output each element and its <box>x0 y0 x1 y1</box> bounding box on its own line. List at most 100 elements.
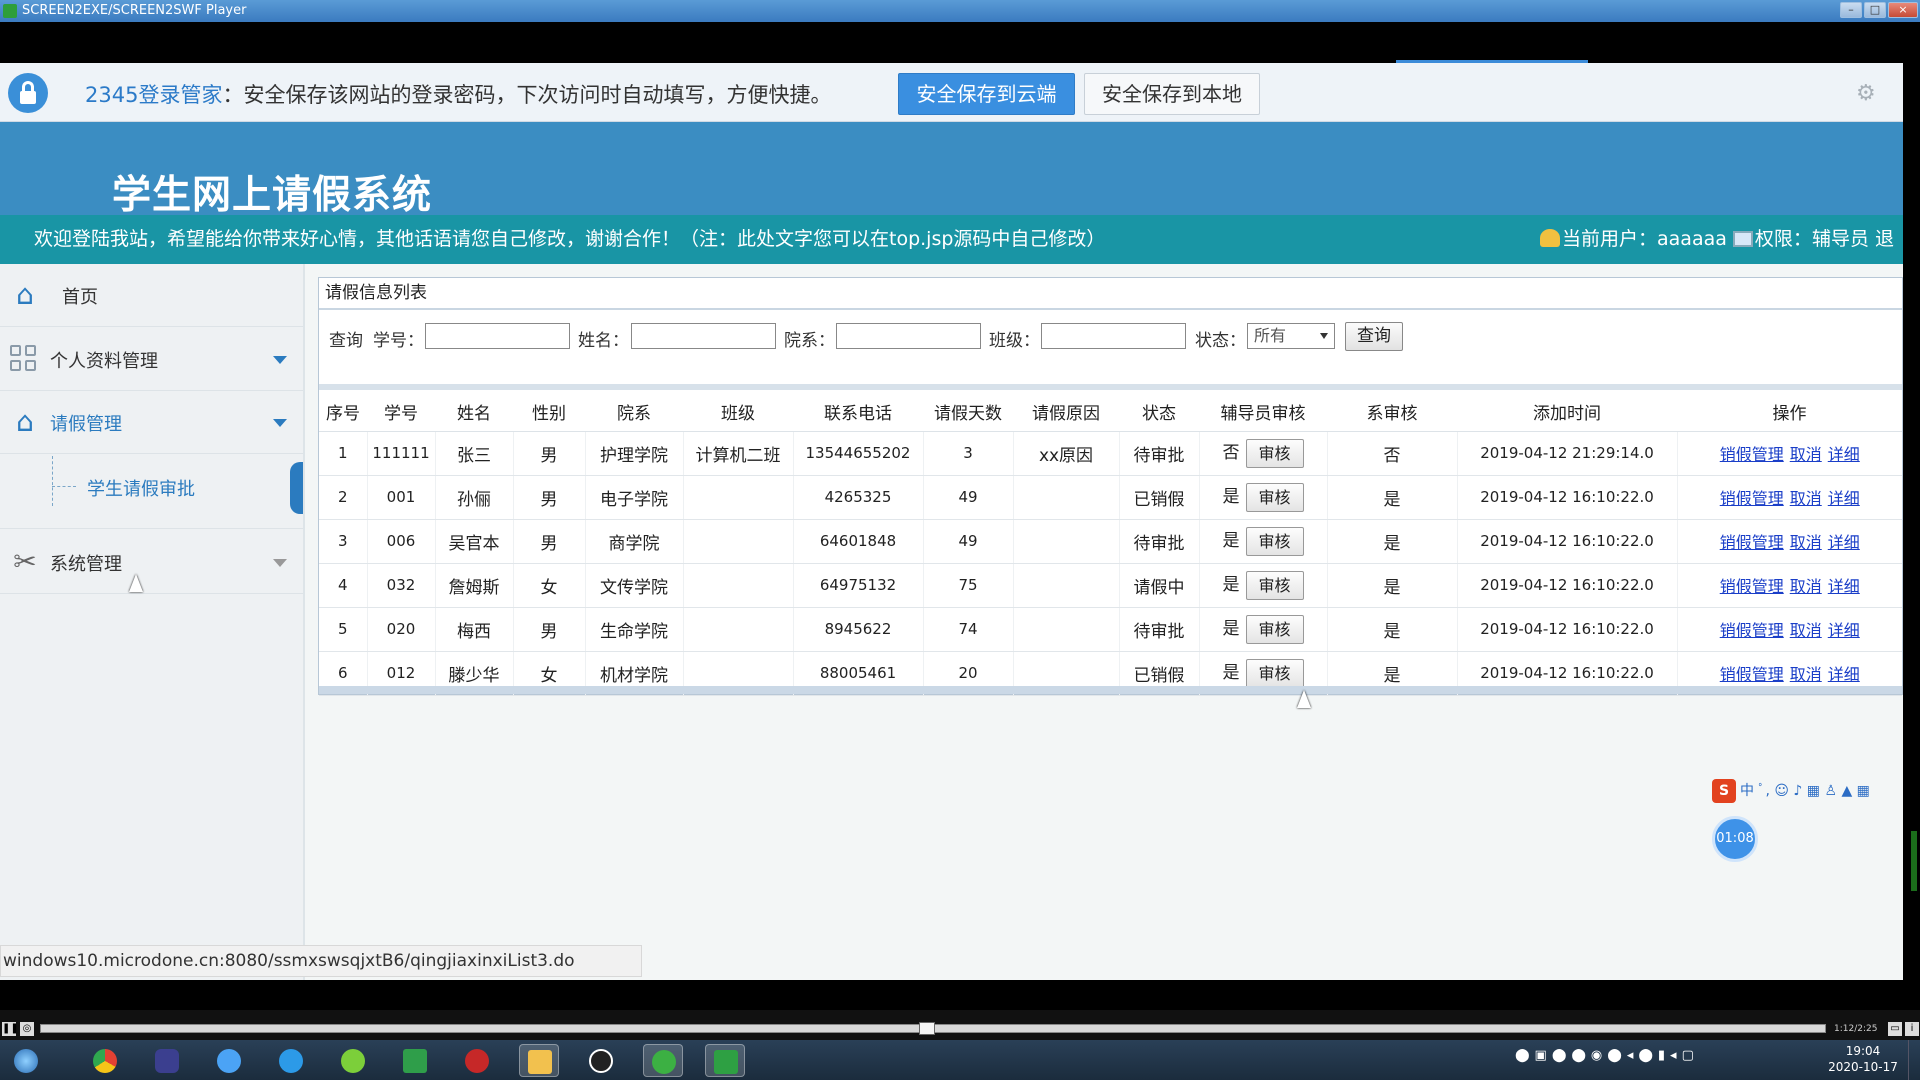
gear-icon[interactable]: ⚙ <box>1856 81 1876 106</box>
cell-gender: 男 <box>513 519 586 564</box>
cell-gender: 男 <box>513 431 586 476</box>
wechat-icon[interactable] <box>643 1044 683 1077</box>
home-icon: ⌂ <box>16 278 34 311</box>
table-row: 1 111111 张三男护理学院 计算机二班 13544655202 3 xx原因 待审批否审… <box>319 431 1902 476</box>
cell-cls <box>683 563 794 608</box>
cell-counselor-audit: 否审核 <box>1199 431 1328 476</box>
detail-link[interactable]: 详细 <box>1828 665 1860 684</box>
sidebar-item-leave-approval[interactable]: 学生请假审批 <box>0 454 303 529</box>
cancel-link[interactable]: 取消 <box>1790 577 1822 596</box>
cancel-leave-link[interactable]: 销假管理 <box>1720 445 1784 464</box>
cell-actions: 销假管理 取消 详细 <box>1677 519 1902 564</box>
save-to-cloud-button[interactable]: 安全保存到云端 <box>898 73 1075 115</box>
baidu-netdisk-icon[interactable] <box>209 1044 249 1077</box>
detail-link[interactable]: 详细 <box>1828 533 1860 552</box>
class-input[interactable] <box>1041 323 1186 349</box>
qq-icon[interactable] <box>581 1044 621 1077</box>
cell-no: 3 <box>319 519 368 564</box>
seek-thumb[interactable] <box>919 1022 935 1035</box>
cell-counselor-audit: 是审核 <box>1199 607 1328 652</box>
app-green-icon[interactable] <box>333 1044 373 1077</box>
sidebar-item-system[interactable]: ✂ 系统管理 <box>0 531 303 594</box>
audit-button[interactable]: 审核 <box>1245 526 1304 556</box>
seek-bar[interactable] <box>40 1022 1826 1035</box>
cell-gender: 男 <box>513 475 586 520</box>
sogou-icon: S <box>1712 779 1736 803</box>
sidebar-item-leave[interactable]: ⌂ 请假管理 <box>0 391 303 454</box>
audit-button[interactable]: 审核 <box>1245 570 1304 600</box>
welcome-bar: 欢迎登陆我站，希望能给你带来好心情，其他话语请您自己修改，谢谢合作！（注：此处文… <box>0 215 1903 264</box>
name-input[interactable] <box>631 323 776 349</box>
cancel-leave-link[interactable]: 销假管理 <box>1720 665 1784 684</box>
cancel-link[interactable]: 取消 <box>1790 489 1822 508</box>
cell-name: 张三 <box>435 431 514 476</box>
ime-toolbar[interactable]: S中 ﾟ, ☺ ♪ ▦ ♙ ▲ ▦ <box>1712 779 1903 805</box>
leave-table: 序号 学号 姓名 性别 院系 班级 联系电话 请假天数 请假原因 状态 辅导员审核 系审核 添加时间 操作… <box>319 393 1902 696</box>
student-id-input[interactable] <box>425 323 570 349</box>
detail-link[interactable]: 详细 <box>1828 445 1860 464</box>
cell-phone: 64601848 <box>793 519 924 564</box>
site-title: 学生网上请假系统 <box>112 173 433 218</box>
flash-icon[interactable] <box>457 1044 497 1077</box>
info-icon[interactable]: i <box>1905 1022 1919 1036</box>
detail-link[interactable]: 详细 <box>1828 577 1860 596</box>
counselor-audit-value: 是 <box>1222 487 1240 508</box>
cell-counselor-audit: 是审核 <box>1199 519 1328 564</box>
cell-phone: 4265325 <box>793 475 924 520</box>
sidebar-item-home[interactable]: ⌂ 首页 <box>0 264 303 327</box>
maximize-button[interactable]: □ <box>1864 2 1886 18</box>
cell-actions: 销假管理 取消 详细 <box>1677 431 1902 476</box>
browser-icon[interactable] <box>271 1044 311 1077</box>
system-tray[interactable]: ⬤▣⬤⬤◉⬤◂⬤▮◂▢ <box>1515 1048 1805 1074</box>
counselor-audit-value: 否 <box>1222 443 1240 464</box>
query-button[interactable]: 查询 <box>1345 322 1403 351</box>
cell-days: 3 <box>923 431 1014 476</box>
cell-dept-audit: 是 <box>1327 607 1458 652</box>
cell-no: 5 <box>319 607 368 652</box>
cell-days: 74 <box>923 607 1014 652</box>
audit-button[interactable]: 审核 <box>1245 614 1304 644</box>
cancel-leave-link[interactable]: 销假管理 <box>1720 577 1784 596</box>
player-app-icon[interactable] <box>705 1044 745 1077</box>
cancel-link[interactable]: 取消 <box>1790 621 1822 640</box>
cell-sid: 111111 <box>367 431 436 476</box>
audit-button[interactable]: 审核 <box>1245 482 1304 512</box>
show-desktop-button[interactable] <box>1908 1040 1920 1080</box>
sidebar-item-profile[interactable]: 个人资料管理 <box>0 328 303 391</box>
start-button[interactable] <box>6 1044 46 1077</box>
editor-icon[interactable] <box>147 1044 187 1077</box>
table-row: 3 006 吴官本男商学院 64601848 49 待审批是审核是 2019-04-12 1… <box>319 519 1902 564</box>
chevron-down-icon <box>273 419 287 427</box>
clock[interactable]: 19:04 2020-10-17 <box>1818 1043 1908 1075</box>
cancel-link[interactable]: 取消 <box>1790 533 1822 552</box>
status-select[interactable]: 所有 <box>1247 323 1335 349</box>
cancel-leave-link[interactable]: 销假管理 <box>1720 621 1784 640</box>
file-explorer-icon[interactable] <box>519 1044 559 1077</box>
fullscreen-icon[interactable]: ▭ <box>1888 1022 1902 1036</box>
cell-sid: 020 <box>367 607 436 652</box>
counselor-audit-value: 是 <box>1222 575 1240 596</box>
detail-link[interactable]: 详细 <box>1828 489 1860 508</box>
chevron-down-icon <box>273 559 287 567</box>
cancel-link[interactable]: 取消 <box>1790 665 1822 684</box>
department-input[interactable] <box>836 323 981 349</box>
cell-dept-audit: 否 <box>1327 431 1458 476</box>
cancel-leave-link[interactable]: 销假管理 <box>1720 533 1784 552</box>
minimize-button[interactable]: – <box>1840 2 1862 18</box>
window-title: SCREEN2EXE/SCREEN2SWF Player <box>22 3 247 18</box>
cell-gender: 女 <box>513 563 586 608</box>
detail-link[interactable]: 详细 <box>1828 621 1860 640</box>
stop-icon[interactable]: ◎ <box>20 1022 34 1036</box>
chrome-icon[interactable] <box>85 1044 125 1077</box>
audit-button[interactable]: 审核 <box>1245 438 1304 468</box>
audit-button[interactable]: 审核 <box>1245 658 1304 688</box>
close-button[interactable]: × <box>1888 2 1918 18</box>
chevron-down-icon <box>273 356 287 364</box>
logout-link[interactable]: 退 <box>1875 228 1894 250</box>
cancel-link[interactable]: 取消 <box>1790 445 1822 464</box>
pause-icon[interactable]: ❚❚ <box>2 1022 19 1036</box>
spreadsheet-icon[interactable] <box>395 1044 435 1077</box>
cancel-leave-link[interactable]: 销假管理 <box>1720 489 1784 508</box>
cell-counselor-audit: 是审核 <box>1199 475 1328 520</box>
save-to-local-button[interactable]: 安全保存到本地 <box>1084 73 1260 115</box>
